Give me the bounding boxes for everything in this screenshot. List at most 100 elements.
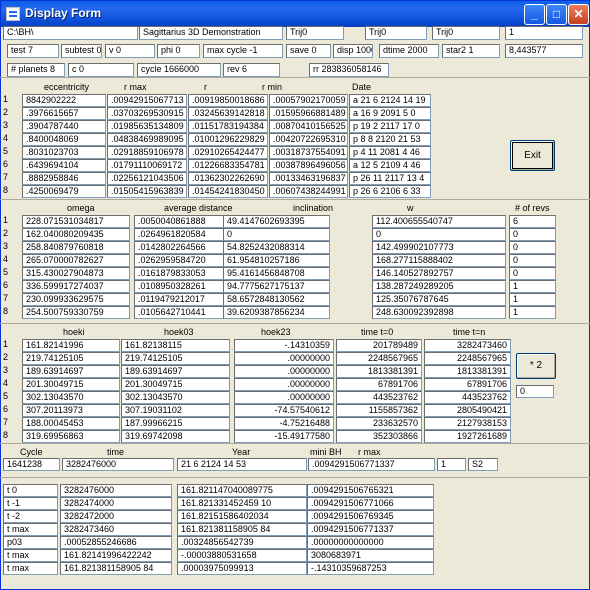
hoek-cell[interactable]: 2248567965 bbox=[336, 352, 422, 365]
orbit-cell[interactable]: .01151783194384 bbox=[188, 120, 268, 133]
summary-field-1[interactable]: 3282476000 bbox=[62, 458, 174, 471]
summary-field-3[interactable]: .0094291506771337 bbox=[308, 458, 435, 471]
time-cell[interactable]: p03 bbox=[3, 536, 58, 549]
param-field-1[interactable]: subtest 0 bbox=[61, 44, 102, 58]
time-cell[interactable]: 161.821381158905 84 bbox=[177, 523, 307, 536]
orbit-cell-2[interactable]: 95.4161456848708 bbox=[223, 267, 330, 280]
time-cell[interactable]: -.00003880531658 bbox=[177, 549, 307, 562]
orbit-cell[interactable]: .01362302262690 bbox=[188, 172, 268, 185]
time-cell[interactable]: t max bbox=[3, 523, 58, 536]
orbit-cell-2[interactable]: 315.430027904873 bbox=[22, 267, 130, 280]
orbit-cell[interactable]: .00607438244991 bbox=[269, 185, 348, 198]
summary-field-4[interactable]: 1 bbox=[437, 458, 466, 471]
hoek-cell[interactable]: 2248567965 bbox=[424, 352, 511, 365]
orbit-cell[interactable]: p 26 6 2106 6 33 bbox=[349, 185, 431, 198]
time-cell[interactable]: .0094291506769345 bbox=[307, 510, 434, 523]
orbit-cell-2[interactable]: 6 bbox=[509, 215, 556, 228]
hoek-cell[interactable]: 201.30049715 bbox=[121, 378, 230, 391]
time-cell[interactable]: .00003975099913 bbox=[177, 562, 307, 575]
orbit-cell-2[interactable]: 61.954810257186 bbox=[223, 254, 330, 267]
orbit-cell-2[interactable]: 228.071531034817 bbox=[22, 215, 130, 228]
orbit-cell-2[interactable]: 168.277115888402 bbox=[372, 254, 506, 267]
param-field-8[interactable]: star2 1 bbox=[442, 44, 500, 58]
orbit-cell-2[interactable]: 0 bbox=[223, 228, 330, 241]
orbit-cell[interactable]: .3976615657 bbox=[22, 107, 106, 120]
hoek-cell[interactable]: .00000000 bbox=[234, 391, 334, 404]
orbit-cell[interactable]: .02256121043506 bbox=[107, 172, 187, 185]
times-two-value-field[interactable]: 0 bbox=[516, 385, 554, 398]
time-cell[interactable]: .00324856542739 bbox=[177, 536, 307, 549]
orbit-cell-2[interactable]: 142.499902107773 bbox=[372, 241, 506, 254]
orbit-cell[interactable]: .8882958846 bbox=[22, 172, 106, 185]
orbit-cell[interactable]: 8842902222 bbox=[22, 94, 106, 107]
orbit-cell[interactable]: .01226683354781 bbox=[188, 159, 268, 172]
orbit-cell-2[interactable]: 336.599917274037 bbox=[22, 280, 130, 293]
top-field-0[interactable]: C:\BH\ bbox=[3, 26, 138, 40]
orbit-cell[interactable]: .3904787440 bbox=[22, 120, 106, 133]
orbit-cell[interactable]: p 8 8 2120 21 53 bbox=[349, 133, 431, 146]
hoek-cell[interactable]: -74.57540612 bbox=[234, 404, 334, 417]
orbit-cell-2[interactable]: 125.35076787645 bbox=[372, 293, 506, 306]
time-cell[interactable]: .0094291506765321 bbox=[307, 484, 434, 497]
status-field-3[interactable]: rev 6 bbox=[223, 63, 280, 77]
summary-field-2[interactable]: 21 6 2124 14 53 bbox=[177, 458, 307, 471]
orbit-cell-2[interactable]: 0 bbox=[509, 241, 556, 254]
hoek-cell[interactable]: 219.74125105 bbox=[22, 352, 120, 365]
minimize-button[interactable]: _ bbox=[524, 4, 545, 25]
orbit-cell[interactable]: .8400048069 bbox=[22, 133, 106, 146]
hoek-cell[interactable]: 67891706 bbox=[424, 378, 511, 391]
orbit-cell[interactable]: .03245639142818 bbox=[188, 107, 268, 120]
orbit-cell[interactable]: .00057902170059 bbox=[269, 94, 348, 107]
orbit-cell[interactable]: .4250069479 bbox=[22, 185, 106, 198]
orbit-cell-2[interactable]: 94.7775627175137 bbox=[223, 280, 330, 293]
top-field-5[interactable]: 1 bbox=[505, 26, 583, 40]
time-cell[interactable]: t -1 bbox=[3, 497, 58, 510]
hoek-cell[interactable]: 3282473460 bbox=[424, 339, 511, 352]
time-cell[interactable]: 3282476000 bbox=[60, 484, 172, 497]
orbit-cell-2[interactable]: 162.040080209435 bbox=[22, 228, 130, 241]
orbit-cell[interactable]: .00919850018686 bbox=[188, 94, 268, 107]
orbit-cell[interactable]: a 12 5 2109 4 46 bbox=[349, 159, 431, 172]
param-field-2[interactable]: v 0 bbox=[105, 44, 155, 58]
time-cell[interactable]: t -2 bbox=[3, 510, 58, 523]
hoek-cell[interactable]: 187.99966215 bbox=[121, 417, 230, 430]
maximize-button[interactable]: □ bbox=[546, 4, 567, 25]
orbit-cell-2[interactable]: 146.140527892757 bbox=[372, 267, 506, 280]
status-field-2[interactable]: cycle 1666000 bbox=[137, 63, 221, 77]
orbit-cell[interactable]: .00387896496056 bbox=[269, 159, 348, 172]
top-field-4[interactable]: Trij0 bbox=[432, 26, 500, 40]
orbit-cell[interactable]: .01595966881489 bbox=[269, 107, 348, 120]
orbit-cell-2[interactable]: 39.6209387856234 bbox=[223, 306, 330, 319]
time-cell[interactable]: .00052855246686 bbox=[60, 536, 172, 549]
summary-field-5[interactable]: S2 bbox=[468, 458, 498, 471]
orbit-cell-2[interactable]: 254.500759330759 bbox=[22, 306, 130, 319]
orbit-cell[interactable]: .00870410156525 bbox=[269, 120, 348, 133]
orbit-cell-2[interactable]: 248.630092392898 bbox=[372, 306, 506, 319]
orbit-cell-2[interactable]: 1 bbox=[509, 293, 556, 306]
hoek-cell[interactable]: .00000000 bbox=[234, 378, 334, 391]
hoek-cell[interactable]: 2805490421 bbox=[424, 404, 511, 417]
orbit-cell-2[interactable]: 112.400655540747 bbox=[372, 215, 506, 228]
orbit-cell[interactable]: p 26 11 2117 13 4 bbox=[349, 172, 431, 185]
hoek-cell[interactable]: 1813381391 bbox=[424, 365, 511, 378]
hoek-cell[interactable]: 1813381391 bbox=[336, 365, 422, 378]
hoek-cell[interactable]: .00000000 bbox=[234, 365, 334, 378]
orbit-cell-2[interactable]: 54.8252432088314 bbox=[223, 241, 330, 254]
orbit-cell[interactable]: .00420722695310 bbox=[269, 133, 348, 146]
status-field-4[interactable]: rr 283836058146 bbox=[309, 63, 389, 77]
close-button[interactable]: ✕ bbox=[568, 4, 589, 25]
hoek-cell[interactable]: 188.00045453 bbox=[22, 417, 120, 430]
hoek-cell[interactable]: 352303866 bbox=[336, 430, 422, 443]
orbit-cell[interactable]: .00318737554091 bbox=[269, 146, 348, 159]
hoek-cell[interactable]: 219.74125105 bbox=[121, 352, 230, 365]
time-cell[interactable]: .0094291506771337 bbox=[307, 523, 434, 536]
time-cell[interactable]: 161.821331452459 10 bbox=[177, 497, 307, 510]
summary-field-0[interactable]: 1641238 bbox=[3, 458, 60, 471]
hoek-cell[interactable]: 161.82138115 bbox=[121, 339, 230, 352]
hoek-cell[interactable]: 161.82141996 bbox=[22, 339, 120, 352]
orbit-cell[interactable]: .01505415963839 bbox=[107, 185, 187, 198]
orbit-cell[interactable]: .8031023703 bbox=[22, 146, 106, 159]
top-field-3[interactable]: Trij0 bbox=[365, 26, 427, 40]
hoek-cell[interactable]: 307.19031102 bbox=[121, 404, 230, 417]
orbit-cell-2[interactable]: 258.840879760818 bbox=[22, 241, 130, 254]
